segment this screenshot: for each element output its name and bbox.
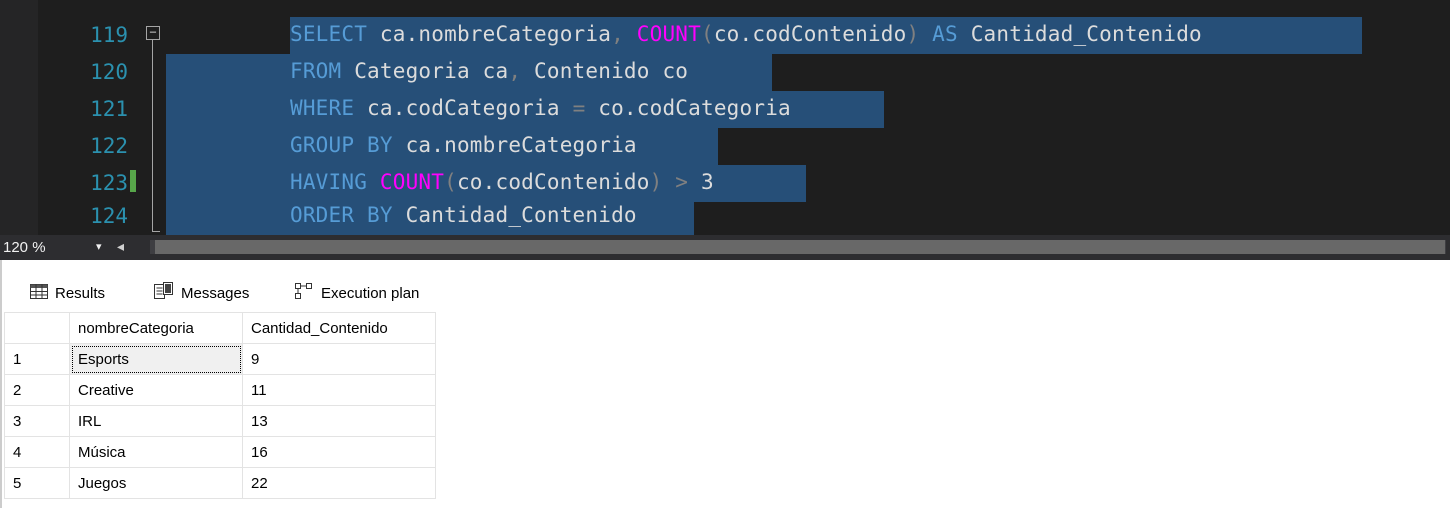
- row-number[interactable]: 5: [4, 467, 70, 499]
- code-token: GROUP BY: [290, 133, 393, 157]
- table-row[interactable]: 4 Música 16: [4, 436, 436, 468]
- line-number: 120: [90, 60, 128, 84]
- code-line[interactable]: 124 ORDER BY Cantidad_Contenido: [0, 198, 1450, 235]
- table-row[interactable]: 3 IRL 13: [4, 405, 436, 437]
- horizontal-scrollbar-thumb[interactable]: [155, 240, 1445, 254]
- tab-results[interactable]: Results: [30, 278, 105, 310]
- line-number: 122: [90, 134, 128, 158]
- code-token: ca.nombreCategoria: [392, 133, 637, 157]
- code-text[interactable]: FROM Categoria ca, Contenido co: [290, 59, 688, 83]
- scroll-left-icon[interactable]: ◂: [117, 238, 124, 255]
- line-number: 119: [90, 23, 128, 47]
- code-token: AS: [919, 22, 958, 46]
- table-row[interactable]: 5 Juegos 22: [4, 467, 436, 499]
- code-token: ca.nombreCategoria: [367, 22, 612, 46]
- results-pane: Results Messages Execution plan nombreCa…: [0, 260, 1450, 508]
- grid-cell[interactable]: 13: [242, 405, 436, 437]
- code-token: Cantidad_Contenido: [392, 203, 637, 227]
- grid-cell[interactable]: Música: [69, 436, 243, 468]
- grid-header-row: nombreCategoria Cantidad_Contenido: [4, 312, 436, 344]
- grid-cell[interactable]: 9: [242, 343, 436, 375]
- code-token: co.codCategoria: [585, 96, 791, 120]
- line-number: 123: [90, 171, 128, 195]
- row-header-corner[interactable]: [4, 312, 70, 344]
- code-token: COUNT: [636, 22, 701, 46]
- code-text[interactable]: HAVING COUNT(co.codContenido) > 3: [290, 170, 714, 194]
- tab-execution-plan-label: Execution plan: [321, 284, 420, 302]
- grid-cell[interactable]: Creative: [69, 374, 243, 406]
- code-token: =: [572, 96, 586, 120]
- grid-cell[interactable]: 22: [242, 467, 436, 499]
- column-header[interactable]: nombreCategoria: [69, 312, 243, 344]
- code-token: ORDER BY: [290, 203, 393, 227]
- code-line[interactable]: 122 GROUP BY ca.nombreCategoria: [0, 128, 1450, 165]
- code-token: SELECT: [290, 22, 368, 46]
- code-token: Cantidad_Contenido: [957, 22, 1202, 46]
- code-token: Contenido co: [521, 59, 689, 83]
- code-token: co.codContenido: [713, 22, 907, 46]
- code-line[interactable]: 121 WHERE ca.codCategoria = co.codCategor…: [0, 91, 1450, 128]
- line-number: 124: [90, 204, 128, 228]
- code-token: FROM: [290, 59, 342, 83]
- code-token: Categoria ca: [341, 59, 509, 83]
- code-token: WHERE: [290, 96, 355, 120]
- line-number: 121: [90, 97, 128, 121]
- results-tabs: Results Messages Execution plan: [2, 278, 462, 310]
- code-text[interactable]: SELECT ca.nombreCategoria, COUNT(co.codC…: [290, 22, 1202, 46]
- column-header[interactable]: Cantidad_Contenido: [242, 312, 436, 344]
- code-token: ca.codCategoria: [354, 96, 573, 120]
- grid-icon: [30, 283, 48, 303]
- tab-results-label: Results: [55, 284, 106, 302]
- code-token: COUNT: [379, 170, 445, 194]
- code-text[interactable]: WHERE ca.codCategoria = co.codCategoria: [290, 96, 791, 120]
- code-line[interactable]: 120 FROM Categoria ca, Contenido co: [0, 54, 1450, 91]
- code-token: ,: [508, 59, 522, 83]
- table-row[interactable]: 2 Creative 11: [4, 374, 436, 406]
- code-token: HAVING: [290, 170, 368, 194]
- code-text[interactable]: ORDER BY Cantidad_Contenido: [290, 203, 637, 227]
- grid-cell[interactable]: Esports: [69, 343, 243, 375]
- zoom-dropdown-icon[interactable]: ▾: [96, 240, 102, 253]
- code-token: (: [701, 22, 714, 46]
- code-token: co.codContenido: [456, 170, 650, 194]
- code-token: ,: [611, 22, 624, 46]
- code-token: 3: [701, 170, 714, 194]
- code-token: ): [649, 170, 663, 194]
- zoom-level[interactable]: 120 %: [3, 239, 46, 256]
- messages-icon: [154, 282, 174, 304]
- results-grid[interactable]: nombreCategoria Cantidad_Contenido 1 Esp…: [4, 312, 436, 499]
- code-line[interactable]: 119 SELECT ca.nombreCategoria, COUNT(co.c…: [0, 17, 1450, 54]
- code-token: ): [906, 22, 920, 46]
- tab-messages-label: Messages: [181, 284, 250, 302]
- code-token: >: [662, 170, 701, 194]
- tab-execution-plan[interactable]: Execution plan: [294, 278, 419, 308]
- row-number[interactable]: 2: [4, 374, 70, 406]
- grid-cell[interactable]: Juegos: [69, 467, 243, 499]
- row-number[interactable]: 4: [4, 436, 70, 468]
- execution-plan-icon: [294, 282, 314, 304]
- row-number[interactable]: 1: [4, 343, 70, 375]
- grid-cell[interactable]: 16: [242, 436, 436, 468]
- code-line[interactable]: 123 HAVING COUNT(co.codContenido) > 3: [0, 165, 1450, 202]
- tab-messages[interactable]: Messages: [154, 278, 249, 308]
- grid-cell[interactable]: IRL: [69, 405, 243, 437]
- table-row[interactable]: 1 Esports 9: [4, 343, 436, 375]
- grid-cell[interactable]: 11: [242, 374, 436, 406]
- code-token: (: [444, 170, 457, 194]
- sql-editor[interactable]: − 119 SELECT ca.nombreCategoria, COUNT(co…: [0, 0, 1450, 235]
- row-number[interactable]: 3: [4, 405, 70, 437]
- code-text[interactable]: GROUP BY ca.nombreCategoria: [290, 133, 637, 157]
- editor-status-bar: 120 % ▾ ◂: [0, 235, 1450, 260]
